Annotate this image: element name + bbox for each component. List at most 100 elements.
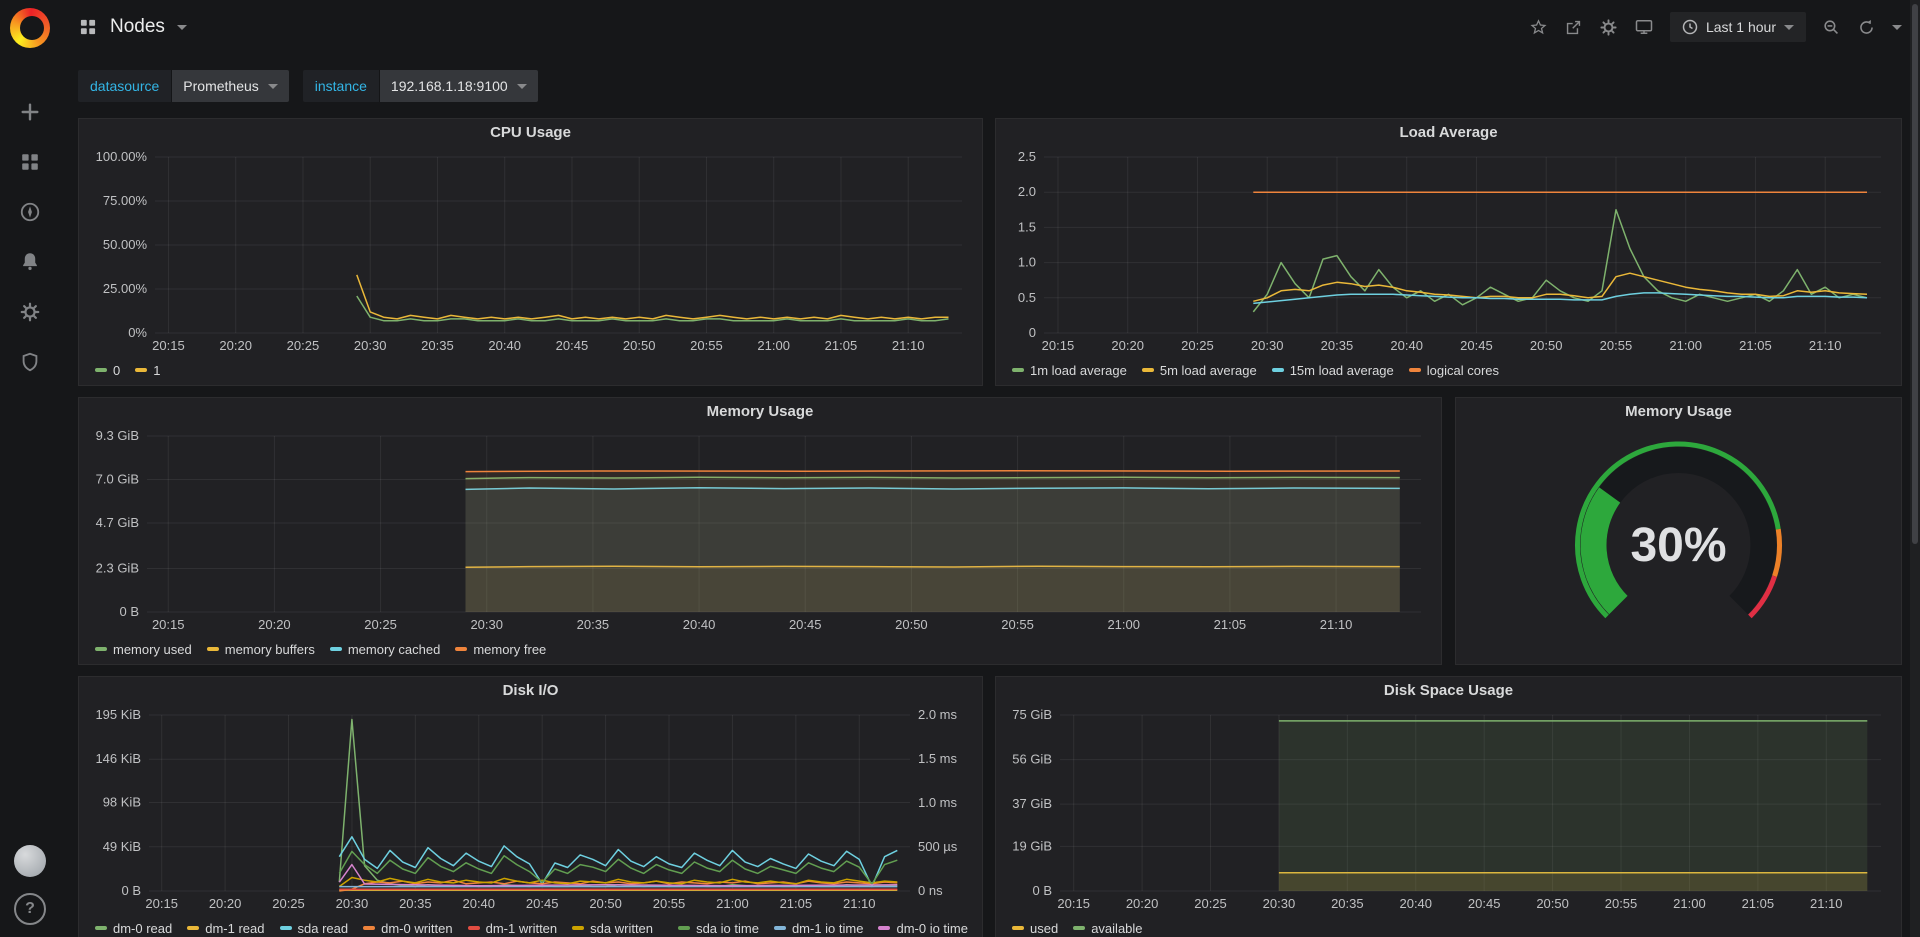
legend-swatch-icon (330, 647, 342, 651)
legend-item[interactable]: dm-0 read (95, 921, 172, 936)
sidebar-item-explore[interactable] (18, 200, 42, 224)
filter-datasource-value[interactable]: Prometheus (171, 70, 288, 102)
panel-title[interactable]: Memory Usage (1456, 398, 1901, 426)
legend-swatch-icon (1073, 926, 1085, 930)
cpu-usage-chart[interactable]: 0%25.00%50.00%75.00%100.00%20:1520:2020:… (83, 147, 978, 355)
svg-text:75 GiB: 75 GiB (1012, 707, 1052, 722)
svg-text:20:35: 20:35 (421, 338, 454, 353)
svg-text:20:30: 20:30 (336, 896, 369, 911)
scrollbar-thumb[interactable] (1912, 4, 1918, 544)
panel-title[interactable]: Load Average (996, 119, 1901, 147)
svg-text:7.0 GiB: 7.0 GiB (96, 472, 139, 487)
legend-item[interactable]: dm-0 io time (878, 921, 968, 936)
svg-text:1.0 ms: 1.0 ms (918, 795, 958, 810)
legend-item[interactable]: sda written (572, 921, 653, 936)
panel-title[interactable]: Memory Usage (79, 398, 1441, 426)
legend-item[interactable]: logical cores (1409, 363, 1499, 378)
help-icon[interactable]: ? (14, 893, 46, 925)
panel-cpu-usage: CPU Usage 0%25.00%50.00%75.00%100.00%20:… (78, 118, 983, 386)
legend-item[interactable]: available (1073, 921, 1142, 936)
star-icon (1529, 18, 1548, 37)
legend-item[interactable]: 1 (135, 363, 160, 378)
svg-text:20:30: 20:30 (1251, 338, 1284, 353)
dashboard-title[interactable]: Nodes (110, 16, 165, 38)
legend-item[interactable]: memory buffers (207, 642, 315, 657)
legend-item[interactable]: used (1012, 921, 1058, 936)
svg-text:9.3 GiB: 9.3 GiB (96, 428, 139, 443)
dashboard-dropdown-caret-icon[interactable] (177, 25, 187, 30)
svg-text:20:45: 20:45 (526, 896, 559, 911)
dashboard-settings-button[interactable] (1599, 18, 1618, 37)
zoom-out-button[interactable] (1822, 18, 1841, 37)
disk-space-usage-legend: used available (1012, 917, 1887, 937)
legend-item[interactable]: dm-1 written (468, 921, 558, 936)
svg-text:20:50: 20:50 (589, 896, 622, 911)
panel-title[interactable]: Disk Space Usage (996, 677, 1901, 705)
refresh-interval-dropdown[interactable] (1892, 25, 1902, 30)
memory-usage-legend: memory used memory buffers memory cached me… (95, 638, 1427, 660)
legend-swatch-icon (95, 368, 107, 372)
load-average-chart[interactable]: 00.51.01.52.02.520:1520:2020:2520:3020:3… (1000, 147, 1897, 355)
sidebar-item-alerting[interactable] (18, 250, 42, 274)
legend-item[interactable]: dm-1 read (187, 921, 264, 936)
svg-text:20:20: 20:20 (1126, 896, 1159, 911)
memory-usage-chart[interactable]: 0 B2.3 GiB4.7 GiB7.0 GiB9.3 GiB20:1520:2… (83, 426, 1437, 634)
legend-label: sda read (298, 921, 349, 936)
tv-mode-button[interactable] (1634, 17, 1654, 37)
svg-text:20:15: 20:15 (1042, 338, 1075, 353)
legend-item[interactable]: memory cached (330, 642, 440, 657)
star-button[interactable] (1529, 18, 1548, 37)
time-range-picker[interactable]: Last 1 hour (1670, 12, 1806, 42)
svg-text:2.3 GiB: 2.3 GiB (96, 560, 139, 575)
legend-label: 1 (153, 363, 160, 378)
legend-item[interactable]: memory used (95, 642, 192, 657)
svg-text:0.5: 0.5 (1018, 290, 1036, 305)
svg-text:98 KiB: 98 KiB (103, 795, 141, 810)
sidebar-item-create[interactable] (18, 100, 42, 124)
svg-text:20:25: 20:25 (364, 617, 397, 632)
svg-text:20:40: 20:40 (488, 338, 521, 353)
sidebar-item-server-admin[interactable] (18, 350, 42, 374)
svg-text:0%: 0% (128, 325, 147, 340)
panel-disk-io: Disk I/O 0 B49 KiB98 KiB146 KiB195 KiB0 … (78, 676, 983, 937)
legend-item[interactable]: 15m load average (1272, 363, 1394, 378)
page-scrollbar[interactable] (1910, 0, 1920, 937)
svg-text:20:30: 20:30 (354, 338, 387, 353)
svg-text:20:50: 20:50 (895, 617, 928, 632)
legend-item[interactable]: sda read (280, 921, 349, 936)
svg-text:21:05: 21:05 (1739, 338, 1772, 353)
legend-item[interactable]: 1m load average (1012, 363, 1127, 378)
panel-title[interactable]: Disk I/O (79, 677, 982, 705)
disk-space-usage-chart[interactable]: 0 B19 GiB37 GiB56 GiB75 GiB20:1520:2020:… (1000, 705, 1897, 913)
disk-io-chart[interactable]: 0 B49 KiB98 KiB146 KiB195 KiB0 ns500 µs1… (83, 705, 978, 913)
legend-item[interactable]: 5m load average (1142, 363, 1257, 378)
svg-text:20:45: 20:45 (789, 617, 822, 632)
legend-label: available (1091, 921, 1142, 936)
sidebar-item-configuration[interactable] (18, 300, 42, 324)
legend-label: 0 (113, 363, 120, 378)
panel-memory-gauge: Memory Usage 30% (1455, 397, 1902, 665)
svg-text:20:45: 20:45 (1460, 338, 1493, 353)
panel-title[interactable]: CPU Usage (79, 119, 982, 147)
user-avatar[interactable] (14, 845, 46, 877)
legend-item[interactable]: dm-1 io time (774, 921, 864, 936)
template-variables-bar: datasource Prometheus instance 192.168.1… (78, 70, 538, 102)
sidebar-item-dashboards[interactable] (18, 150, 42, 174)
legend-item[interactable]: sda io time (678, 921, 759, 936)
share-button[interactable] (1564, 18, 1583, 37)
legend-label: sda io time (696, 921, 759, 936)
svg-text:21:00: 21:00 (757, 338, 790, 353)
chevron-down-icon (1892, 25, 1902, 30)
filter-instance-value[interactable]: 192.168.1.18:9100 (379, 70, 538, 102)
legend-item[interactable]: 0 (95, 363, 120, 378)
svg-text:21:00: 21:00 (1107, 617, 1140, 632)
refresh-button[interactable] (1857, 18, 1876, 37)
legend-item[interactable]: memory free (455, 642, 546, 657)
legend-swatch-icon (572, 926, 584, 930)
legend-swatch-icon (187, 926, 199, 930)
grafana-logo-icon[interactable] (10, 8, 50, 48)
legend-item[interactable]: dm-0 written (363, 921, 453, 936)
legend-swatch-icon (878, 926, 890, 930)
svg-text:20:25: 20:25 (287, 338, 320, 353)
legend-label: dm-1 read (205, 921, 264, 936)
